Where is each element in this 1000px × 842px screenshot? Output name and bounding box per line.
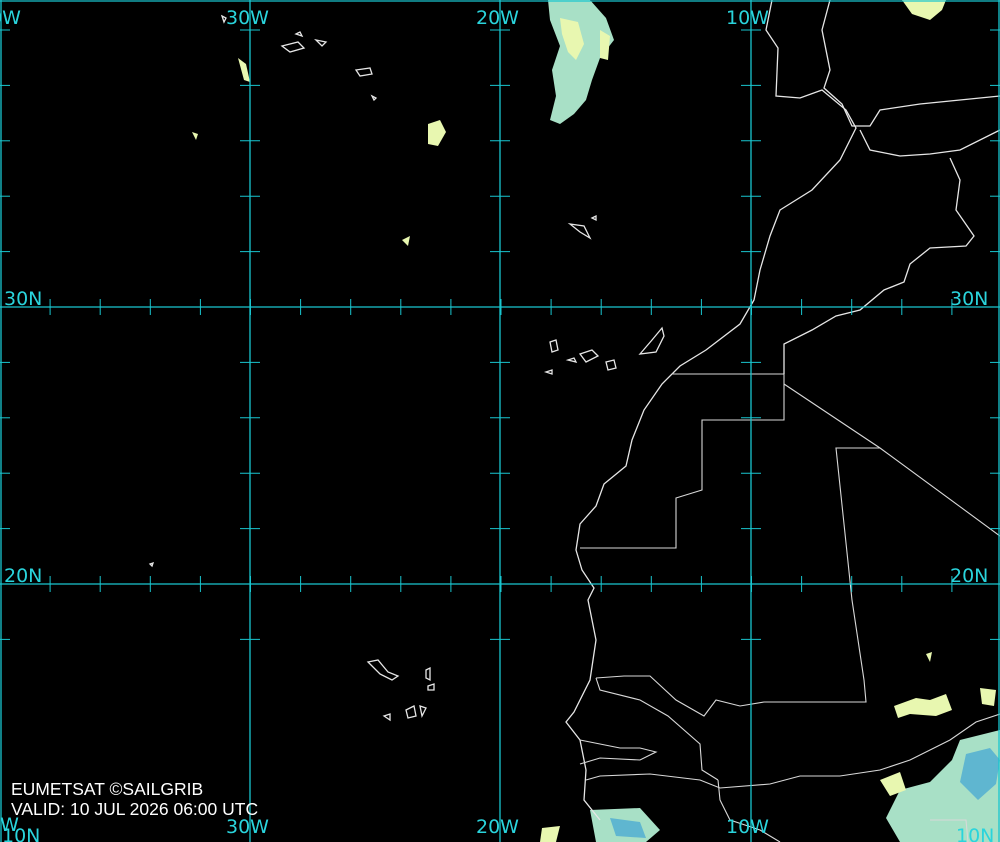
label-top-10w: 10W — [726, 7, 769, 29]
label-top-20w: 20W — [476, 7, 519, 29]
label-left-20n: 20N — [4, 565, 42, 587]
map-caption: EUMETSAT ©SAILGRIB VALID: 10 JUL 2026 06… — [11, 779, 258, 819]
label-bottom-30w: 30W — [226, 816, 269, 838]
label-right-30n: 30N — [950, 288, 988, 310]
source-credit: EUMETSAT ©SAILGRIB — [11, 779, 204, 799]
label-corner-10n-left: 10N — [2, 825, 40, 842]
label-corner-10n-right: 10N — [956, 825, 994, 842]
label-left-30n: 30N — [4, 288, 42, 310]
label-right-20n: 20N — [950, 565, 988, 587]
label-bottom-10w: 10W — [726, 816, 769, 838]
label-top-0w: 0W — [0, 7, 21, 29]
satellite-map: 0W 30W 20W 10W 30W 20W 10W 30N 20N 30N 2… — [0, 0, 1000, 842]
label-bottom-20w: 20W — [476, 816, 519, 838]
valid-time: VALID: 10 JUL 2026 06:00 UTC — [11, 799, 259, 819]
label-top-30w: 30W — [226, 7, 269, 29]
